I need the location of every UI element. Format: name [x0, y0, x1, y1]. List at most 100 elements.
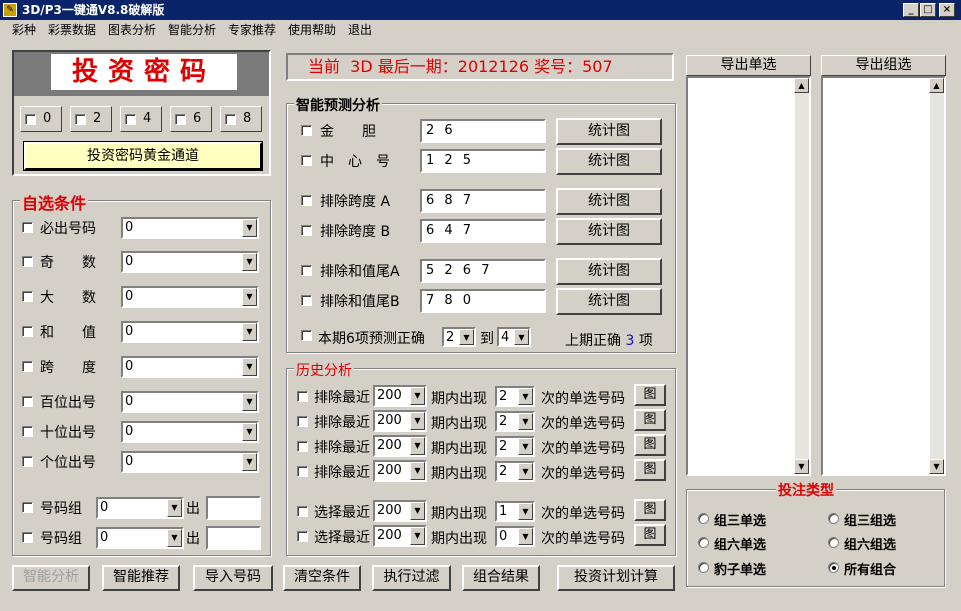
condition-select[interactable]: 0 ▼	[121, 217, 259, 239]
prediction-value-input[interactable]: 7 8 0	[420, 289, 546, 313]
prediction-checkbox[interactable]	[301, 225, 312, 236]
scroll-down-icon[interactable]: ▼	[929, 459, 944, 474]
menu-expert[interactable]: 专家推荐	[228, 20, 276, 40]
minimize-button[interactable]: _	[903, 3, 919, 17]
stats-chart-button[interactable]: 统计图	[556, 148, 662, 175]
digit-checkbox[interactable]	[175, 114, 186, 125]
export-group-list[interactable]: ▲ ▼	[821, 76, 946, 476]
bet-type-radio[interactable]	[828, 513, 839, 524]
stats-chart-button[interactable]: 统计图	[556, 258, 662, 285]
condition-select[interactable]: 0 ▼	[121, 356, 259, 378]
prediction-checkbox[interactable]	[301, 295, 312, 306]
condition-select[interactable]: 0 ▼	[121, 421, 259, 443]
condition-checkbox[interactable]	[22, 291, 33, 302]
gold-channel-button[interactable]: 投资密码黄金通道	[23, 141, 263, 171]
digit-option[interactable]: 2	[70, 106, 112, 132]
condition-select[interactable]: 0 ▼	[121, 286, 259, 308]
stats-chart-button[interactable]: 统计图	[556, 218, 662, 245]
prediction-correct-checkbox[interactable]	[301, 330, 312, 341]
history-checkbox[interactable]	[297, 441, 308, 452]
prediction-value-input[interactable]: 5 2 6 7	[420, 259, 546, 283]
condition-select[interactable]: 0 ▼	[121, 451, 259, 473]
digit-checkbox[interactable]	[225, 114, 236, 125]
menu-chart-analysis[interactable]: 图表分析	[108, 20, 156, 40]
run-filter-button[interactable]: 执行过滤	[372, 565, 451, 591]
menu-smart-analysis[interactable]: 智能分析	[168, 20, 216, 40]
times-select[interactable]: 2 ▼	[495, 411, 535, 432]
prediction-value-input[interactable]: 6 4 7	[420, 219, 546, 243]
history-chart-button[interactable]: 图	[634, 384, 666, 406]
import-numbers-button[interactable]: 导入号码	[193, 565, 273, 591]
prediction-checkbox[interactable]	[301, 195, 312, 206]
menu-lottery-type[interactable]: 彩种	[12, 20, 36, 40]
period-select[interactable]: 200 ▼	[373, 525, 427, 547]
prediction-value-input[interactable]: 1 2 5	[420, 149, 546, 173]
scroll-up-icon[interactable]: ▲	[929, 78, 944, 93]
period-select[interactable]: 200 ▼	[373, 410, 427, 432]
digit-option[interactable]: 0	[20, 106, 62, 132]
times-select[interactable]: 2 ▼	[495, 461, 535, 482]
prediction-from-select[interactable]: 2 ▼	[442, 327, 476, 347]
combination-results-button[interactable]: 组合结果	[462, 565, 540, 591]
export-group-button[interactable]: 导出组选	[821, 55, 946, 76]
digit-option[interactable]: 4	[120, 106, 162, 132]
smart-analysis-button[interactable]: 智能分析	[12, 565, 90, 591]
prediction-checkbox[interactable]	[301, 125, 312, 136]
digit-checkbox[interactable]	[125, 114, 136, 125]
history-chart-button[interactable]: 图	[634, 499, 666, 521]
period-select[interactable]: 200 ▼	[373, 460, 427, 482]
export-single-list[interactable]: ▲ ▼	[686, 76, 811, 476]
condition-select[interactable]: 0 ▼	[121, 391, 259, 413]
number-group-checkbox[interactable]	[22, 502, 33, 513]
scrollbar[interactable]	[929, 78, 944, 474]
stats-chart-button[interactable]: 统计图	[556, 118, 662, 145]
period-select[interactable]: 200 ▼	[373, 500, 427, 522]
period-select[interactable]: 200 ▼	[373, 385, 427, 407]
prediction-to-select[interactable]: 4 ▼	[497, 327, 531, 347]
number-group-select[interactable]: 0 ▼	[96, 497, 184, 519]
stats-chart-button[interactable]: 统计图	[556, 188, 662, 215]
history-checkbox[interactable]	[297, 416, 308, 427]
menu-help[interactable]: 使用帮助	[288, 20, 336, 40]
history-checkbox[interactable]	[297, 466, 308, 477]
times-select[interactable]: 2 ▼	[495, 386, 535, 407]
prediction-value-input[interactable]: 6 8 7	[420, 189, 546, 213]
export-single-button[interactable]: 导出单选	[686, 55, 811, 76]
times-select[interactable]: 2 ▼	[495, 436, 535, 457]
times-select[interactable]: 1 ▼	[495, 501, 535, 522]
stats-chart-button[interactable]: 统计图	[556, 288, 662, 315]
condition-select[interactable]: 0 ▼	[121, 321, 259, 343]
bet-type-radio[interactable]	[698, 513, 709, 524]
history-chart-button[interactable]: 图	[634, 524, 666, 546]
clear-conditions-button[interactable]: 清空条件	[283, 565, 361, 591]
bet-type-radio[interactable]	[698, 537, 709, 548]
history-chart-button[interactable]: 图	[634, 409, 666, 431]
condition-checkbox[interactable]	[22, 426, 33, 437]
digit-checkbox[interactable]	[75, 114, 86, 125]
condition-checkbox[interactable]	[22, 256, 33, 267]
condition-checkbox[interactable]	[22, 396, 33, 407]
history-checkbox[interactable]	[297, 391, 308, 402]
history-checkbox[interactable]	[297, 506, 308, 517]
maximize-button[interactable]: □	[920, 3, 936, 17]
scroll-down-icon[interactable]: ▼	[794, 459, 809, 474]
smart-recommend-button[interactable]: 智能推荐	[102, 565, 180, 591]
investment-plan-button[interactable]: 投资计划计算	[557, 565, 675, 591]
history-chart-button[interactable]: 图	[634, 434, 666, 456]
period-select[interactable]: 200 ▼	[373, 435, 427, 457]
prediction-checkbox[interactable]	[301, 155, 312, 166]
condition-checkbox[interactable]	[22, 361, 33, 372]
times-select[interactable]: 0 ▼	[495, 526, 535, 547]
digit-option[interactable]: 6	[170, 106, 212, 132]
condition-select[interactable]: 0 ▼	[121, 251, 259, 273]
condition-checkbox[interactable]	[22, 326, 33, 337]
condition-checkbox[interactable]	[22, 222, 33, 233]
history-checkbox[interactable]	[297, 531, 308, 542]
digit-option[interactable]: 8	[220, 106, 262, 132]
out-count-input[interactable]	[206, 496, 261, 520]
digit-checkbox[interactable]	[25, 114, 36, 125]
scrollbar[interactable]	[794, 78, 809, 474]
menu-lottery-data[interactable]: 彩票数据	[48, 20, 96, 40]
scroll-up-icon[interactable]: ▲	[794, 78, 809, 93]
bet-type-radio[interactable]	[828, 537, 839, 548]
